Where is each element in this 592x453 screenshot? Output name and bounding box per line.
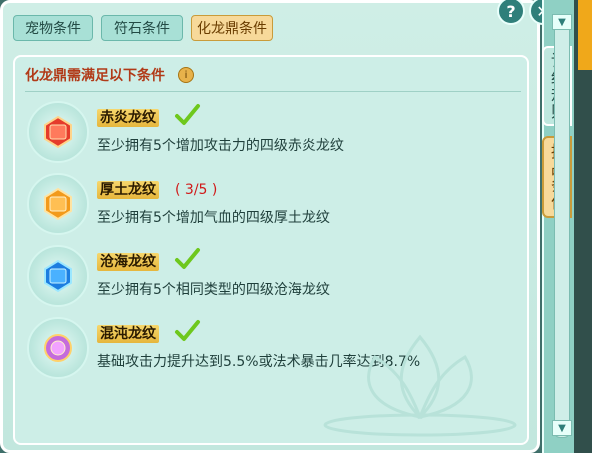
condition-progress: ( 3/5 ) xyxy=(175,182,218,198)
tab-label: 符石条件 xyxy=(114,21,170,37)
check-icon xyxy=(173,317,201,345)
condition-item: 厚土龙纹 ( 3/5 ) 至少拥有5个增加气血的四级厚土龙纹 xyxy=(15,173,531,243)
help-icon[interactable]: ? xyxy=(497,0,525,25)
conditions-panel: 化龙鼎需满足以下条件 i 赤炎龙纹 至少拥有5个增加攻击力的四级赤炎龙纹 厚土龙… xyxy=(13,55,529,445)
check-icon xyxy=(173,101,201,129)
background-strip-accent xyxy=(578,0,592,70)
divider xyxy=(25,91,521,92)
scroll-down-icon[interactable]: ▼ xyxy=(552,420,572,436)
tab-label: 宠物条件 xyxy=(25,21,81,37)
help-icon-glyph: ? xyxy=(506,1,516,21)
lotus-watermark-icon xyxy=(323,334,517,437)
scroll-up-icon[interactable]: ▼ xyxy=(552,14,572,30)
tab-label: 化龙鼎条件 xyxy=(197,21,267,37)
purple-gem-icon xyxy=(27,317,89,379)
tab-dragon-cauldron-conditions[interactable]: 化龙鼎条件 xyxy=(191,15,273,41)
condition-name: 赤炎龙纹 xyxy=(97,109,159,127)
check-icon xyxy=(173,245,201,273)
condition-desc: 至少拥有5个增加攻击力的四级赤炎龙纹 xyxy=(97,138,344,154)
condition-name: 沧海龙纹 xyxy=(97,253,159,271)
panel-title: 化龙鼎需满足以下条件 xyxy=(25,68,165,84)
condition-name: 混沌龙纹 xyxy=(97,325,159,343)
info-icon[interactable]: i xyxy=(178,67,194,83)
blue-gem-icon xyxy=(27,245,89,307)
condition-item: 赤炎龙纹 至少拥有5个增加攻击力的四级赤炎龙纹 xyxy=(15,101,531,171)
tab-rune-conditions[interactable]: 符石条件 xyxy=(101,15,183,41)
condition-desc: 至少拥有5个增加气血的四级厚土龙纹 xyxy=(97,210,330,226)
info-icon-glyph: i xyxy=(184,69,188,81)
condition-desc: 至少拥有5个相同类型的四级沧海龙纹 xyxy=(97,282,330,298)
tab-pet-conditions[interactable]: 宠物条件 xyxy=(13,15,93,41)
red-gem-icon xyxy=(27,101,89,163)
condition-name: 厚土龙纹 xyxy=(97,181,159,199)
dialog-window: 宠物条件 符石条件 化龙鼎条件 ? ✕ 化龙鼎需满足以下条件 i 赤炎龙纹 xyxy=(0,0,557,453)
scrollbar[interactable] xyxy=(554,16,570,438)
orange-gem-icon xyxy=(27,173,89,235)
